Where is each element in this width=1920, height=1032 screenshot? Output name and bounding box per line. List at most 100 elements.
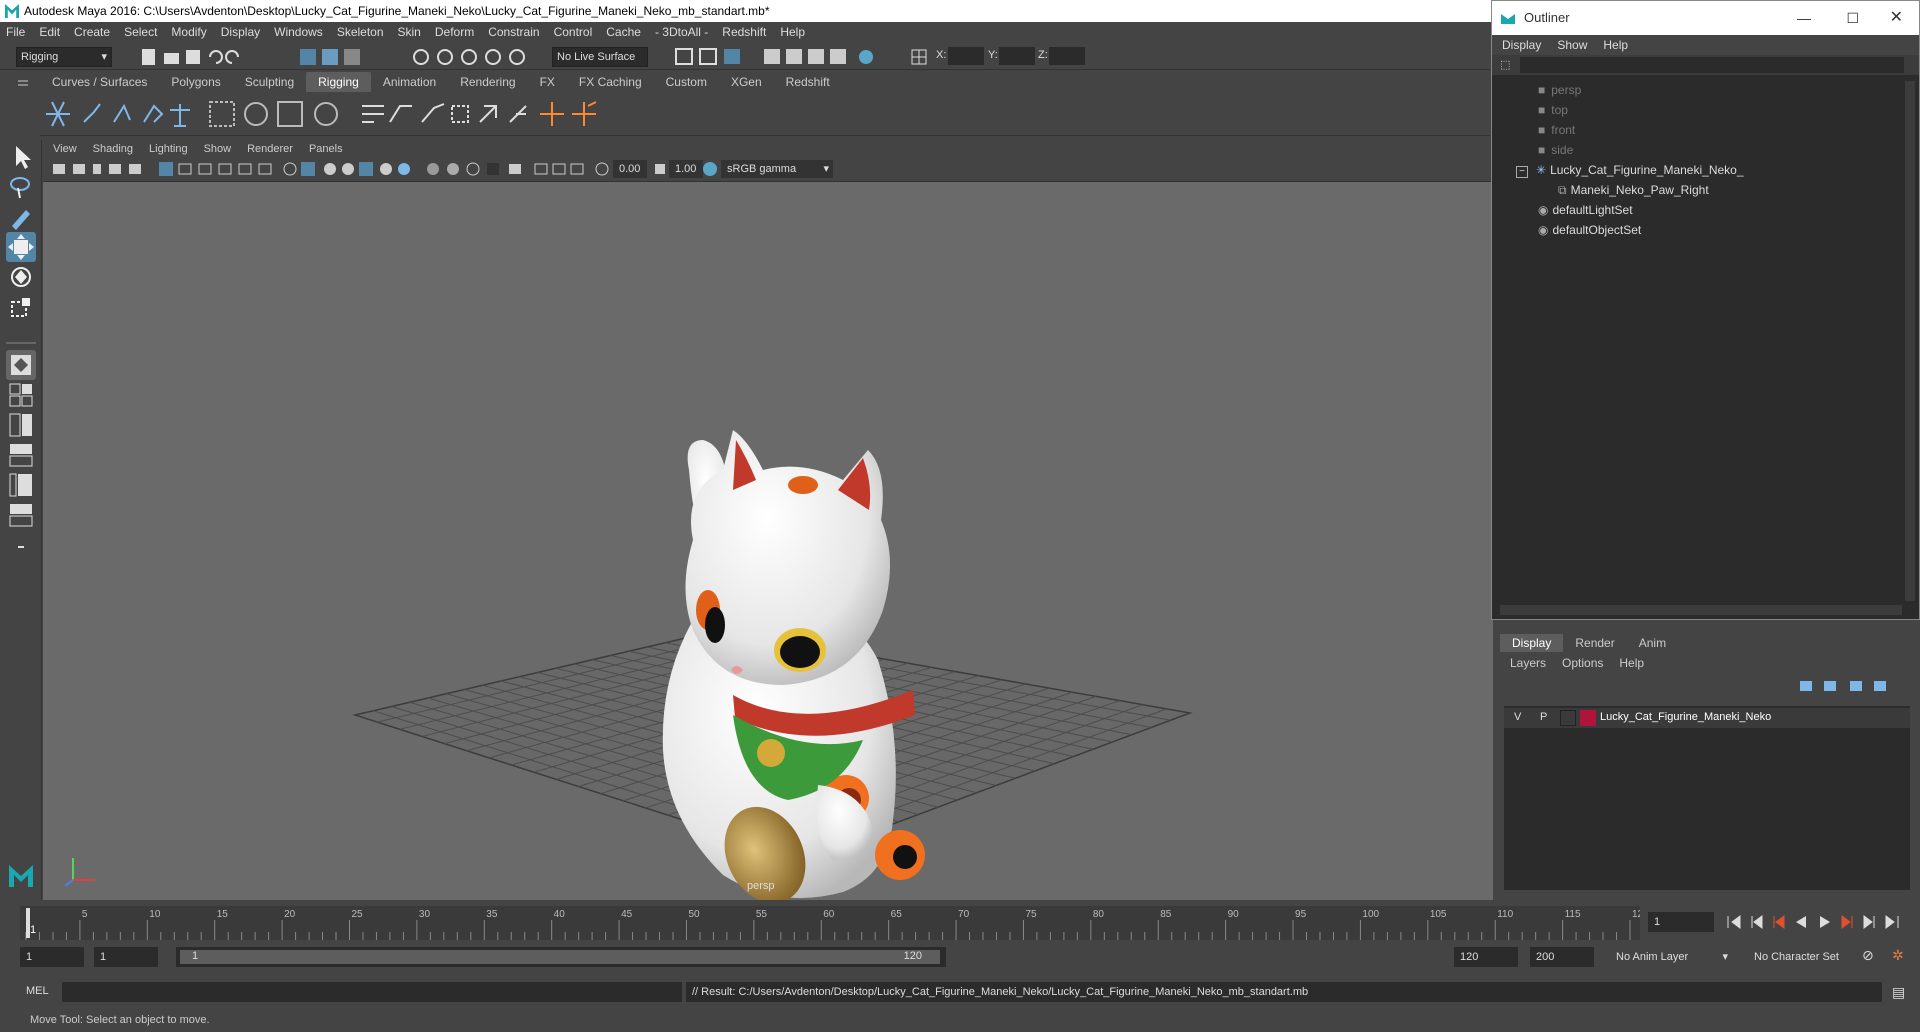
outliner-persp-layout-button[interactable] (6, 500, 36, 530)
command-input[interactable] (62, 982, 682, 1002)
anim-layer-select[interactable]: No Anim Layer ▾ (1616, 947, 1732, 967)
menu-deform[interactable]: Deform (435, 25, 474, 39)
vp-menu-view[interactable]: View (53, 143, 77, 155)
menu-edit[interactable]: Edit (39, 25, 60, 39)
menu-redshift[interactable]: Redshift (722, 25, 766, 39)
menu-constrain[interactable]: Constrain (488, 25, 539, 39)
lasso-tool-button[interactable] (6, 172, 36, 202)
minimize-icon[interactable]: — (1797, 1, 1811, 35)
menu-help[interactable]: Help (780, 25, 805, 39)
range-slider-track[interactable]: 1 120 (176, 947, 946, 967)
vp-menu-panels[interactable]: Panels (309, 143, 343, 155)
filter-icon[interactable]: ⬚ (1500, 58, 1510, 71)
shelf-tab-xgen[interactable]: XGen (719, 72, 774, 92)
outliner-item-front[interactable]: ■ front (1538, 121, 1575, 139)
maximize-icon[interactable]: ☐ (1846, 1, 1859, 35)
vp-menu-lighting[interactable]: Lighting (149, 143, 188, 155)
shelf-tab-curves-surfaces[interactable]: Curves / Surfaces (40, 72, 159, 92)
shelf-tab-sculpting[interactable]: Sculpting (233, 72, 306, 92)
vp-menu-renderer[interactable]: Renderer (247, 143, 293, 155)
menu-cache[interactable]: Cache (606, 25, 641, 39)
outliner-h-scrollbar[interactable] (1500, 605, 1902, 615)
paint-select-tool-button[interactable] (6, 202, 36, 232)
select-tool-button[interactable] (6, 142, 36, 172)
shelf-tab-rendering[interactable]: Rendering (448, 72, 527, 92)
persp-graph-layout-button[interactable] (6, 440, 36, 470)
menu-select[interactable]: Select (124, 25, 157, 39)
outliner-search-input[interactable] (1520, 57, 1904, 73)
side-by-side-layout-button[interactable] (6, 410, 36, 440)
shelf-tab-fx[interactable]: FX (528, 72, 567, 92)
outliner-item-top[interactable]: ■ top (1538, 101, 1568, 119)
mode-select[interactable]: Rigging ▾ (16, 47, 112, 67)
layer-menu-options[interactable]: Options (1562, 656, 1603, 670)
shelf-tab-animation[interactable]: Animation (371, 72, 448, 92)
layer-color-swatch[interactable] (1580, 710, 1596, 726)
outliner-item-lucky-cat-group[interactable]: − ✳ Lucky_Cat_Figurine_Maneki_Neko_ (1516, 161, 1744, 179)
menu-3dtoall[interactable]: - 3DtoAll - (655, 25, 708, 39)
collapse-icon[interactable]: − (1516, 166, 1528, 178)
menu-display[interactable]: Display (221, 25, 260, 39)
time-slider-track[interactable]: 1 5 10 15 20 25 30 35 40 45 50 55 60 65 70 75 80 85 90 95 1… (20, 906, 1649, 940)
menu-control[interactable]: Control (554, 25, 593, 39)
animation-end-field[interactable]: 200 (1530, 947, 1594, 967)
menu-modify[interactable]: Modify (171, 25, 206, 39)
four-view-layout-button[interactable] (6, 380, 36, 410)
outliner-item-default-object-set[interactable]: ◉ defaultObjectSet (1538, 221, 1641, 239)
persp-outliner-layout-button[interactable] (6, 470, 36, 500)
playback-start-field[interactable]: 1 (94, 947, 158, 967)
outliner-menu-show[interactable]: Show (1557, 38, 1587, 52)
live-surface-field[interactable]: No Live Surface (552, 47, 648, 67)
animation-start-field[interactable]: 1 (20, 947, 84, 967)
playback-end-field[interactable]: 120 (1454, 947, 1518, 967)
current-frame-field[interactable]: 1 (1648, 912, 1714, 932)
close-icon[interactable]: ✕ (1890, 1, 1903, 35)
viewport-persp[interactable]: persp (43, 140, 1493, 900)
outliner-item-default-light-set[interactable]: ◉ defaultLightSet (1538, 201, 1633, 219)
vp-menu-shading[interactable]: Shading (93, 143, 133, 155)
menu-windows[interactable]: Windows (274, 25, 323, 39)
shelf-tab-custom[interactable]: Custom (654, 72, 719, 92)
y-field[interactable] (999, 47, 1035, 65)
vp-menu-show[interactable]: Show (204, 143, 232, 155)
outliner-item-side[interactable]: ■ side (1538, 141, 1573, 159)
menu-skeleton[interactable]: Skeleton (337, 25, 384, 39)
menu-skin[interactable]: Skin (398, 25, 421, 39)
outliner-menu-display[interactable]: Display (1502, 38, 1541, 52)
shelf-tab-redshift[interactable]: Redshift (774, 72, 842, 92)
tab-anim[interactable]: Anim (1627, 634, 1678, 652)
layer-playback-toggle[interactable]: P (1540, 711, 1547, 723)
single-perspective-layout-button[interactable] (6, 350, 36, 380)
character-set-select[interactable]: No Character Set (1754, 947, 1878, 967)
auto-key-icon[interactable]: ⊘ (1862, 947, 1874, 964)
menu-file[interactable]: File (6, 25, 25, 39)
shelf-tab-fx-caching[interactable]: FX Caching (567, 72, 654, 92)
outliner-item-paw-right[interactable]: ⧉ Maneki_Neko_Paw_Right (1558, 181, 1709, 199)
exposure-field[interactable]: 0.00 (613, 160, 647, 178)
shelf-tab-polygons[interactable]: Polygons (159, 72, 232, 92)
gamma-field[interactable]: 1.00 (669, 160, 703, 178)
scale-tool-button[interactable] (6, 292, 36, 322)
layer-reference-toggle[interactable] (1560, 710, 1576, 726)
color-space-select[interactable]: sRGB gamma ▾ (721, 160, 833, 178)
x-field[interactable] (948, 47, 984, 65)
toolbox-collapse-button[interactable] (6, 532, 36, 562)
preferences-icon[interactable]: ✲ (1892, 947, 1904, 964)
layer-row[interactable]: V P Lucky_Cat_Figurine_Maneki_Neko (1504, 708, 1910, 728)
menu-create[interactable]: Create (74, 25, 110, 39)
tab-display[interactable]: Display (1500, 634, 1564, 652)
script-language-label[interactable]: MEL (26, 985, 49, 997)
shelf-menu-icon[interactable] (16, 76, 30, 90)
move-tool-button[interactable] (6, 232, 36, 262)
layer-menu-help[interactable]: Help (1619, 656, 1644, 670)
shelf-tab-rigging[interactable]: Rigging (306, 72, 371, 92)
script-editor-icon[interactable]: ▤ (1892, 984, 1905, 1001)
layer-visibility-toggle[interactable]: V (1514, 711, 1521, 723)
outliner-item-persp[interactable]: ■ persp (1538, 81, 1581, 99)
time-slider[interactable]: 1 5 10 15 20 25 30 35 40 45 50 55 60 65 70 75 80 85 90 95 1… (0, 902, 1920, 942)
tab-render[interactable]: Render (1563, 634, 1626, 652)
range-slider-bar[interactable]: 1 120 (180, 950, 940, 964)
z-field[interactable] (1049, 47, 1085, 65)
outliner-menu-help[interactable]: Help (1603, 38, 1628, 52)
rotate-tool-button[interactable] (6, 262, 36, 292)
